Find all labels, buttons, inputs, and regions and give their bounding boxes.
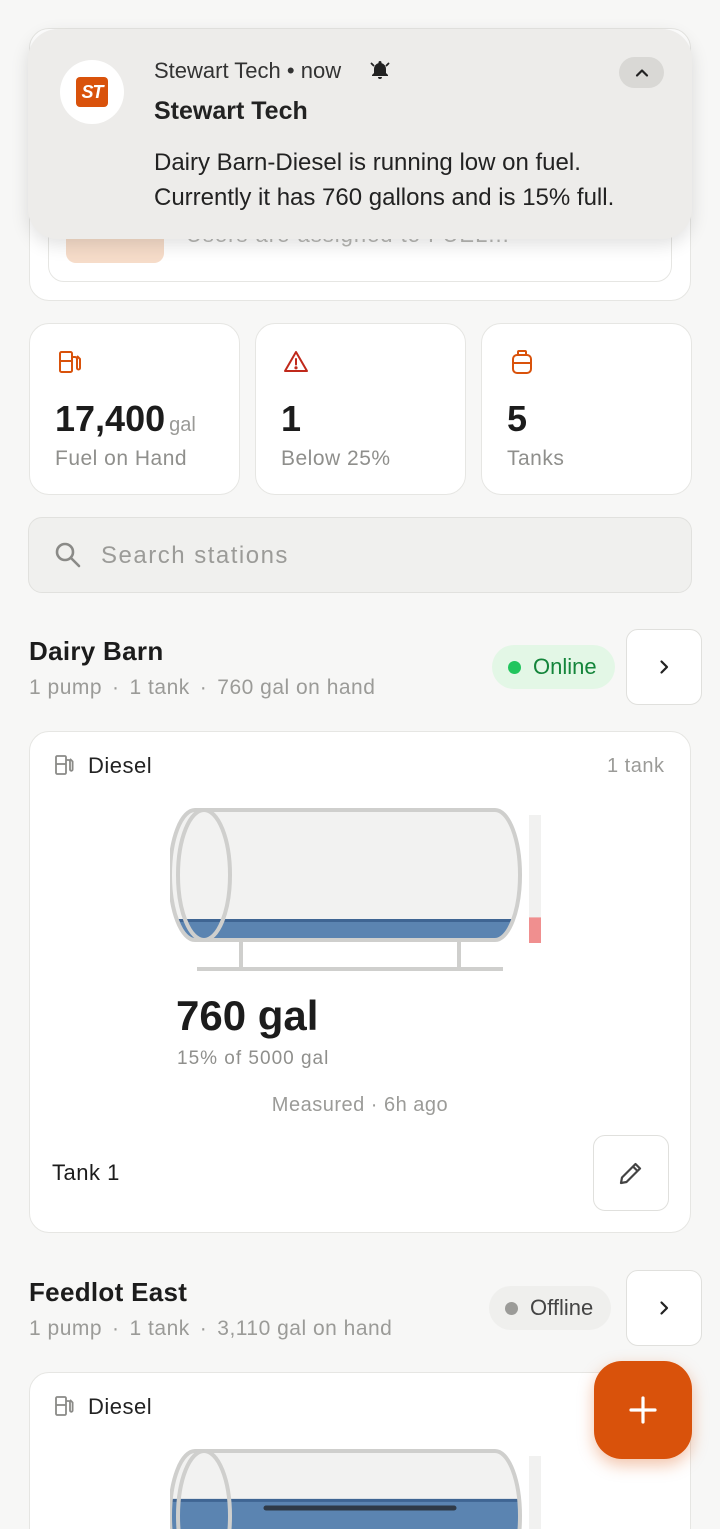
stat-card-tanks: 5 Tanks: [481, 323, 692, 495]
notification-title: Stewart Tech: [154, 97, 308, 125]
stat-card-fuel-on-hand: 17,400 gal Fuel on Hand: [29, 323, 240, 495]
add-station-button[interactable]: [594, 1361, 692, 1459]
tank-icon: [508, 348, 536, 381]
stat-value: 5: [507, 398, 528, 439]
stat-label: Fuel on Hand: [55, 447, 188, 470]
station-name: Feedlot East: [29, 1277, 188, 1307]
station-pumps: 1 pump: [29, 1317, 103, 1340]
notification-body: Dairy Barn-Diesel is running low on fuel…: [154, 149, 615, 211]
warning-icon: [282, 348, 310, 381]
open-station-button[interactable]: [626, 1270, 702, 1346]
fuel-type-label: Diesel: [88, 753, 153, 778]
stewart-tech-logo: ST: [76, 77, 108, 107]
chevron-right-icon: [660, 1301, 669, 1315]
status-text: Offline: [530, 1295, 594, 1320]
stat-value: 17,400 gal: [55, 398, 196, 440]
search-icon: [53, 540, 83, 575]
separator-dot: •: [286, 58, 301, 83]
tank-gallons: 760 gal: [176, 992, 319, 1039]
bell-ringing-icon: [368, 58, 392, 87]
fuel-pump-icon: [53, 753, 77, 782]
notification-time: now: [300, 58, 342, 83]
tank-capacity-detail: 15% of 5000 gal: [177, 1048, 330, 1069]
app-avatar: ST: [60, 60, 124, 124]
chevron-up-icon: [635, 68, 648, 77]
station-meta: 1 pump · 1 tank · 3,110 gal on hand: [29, 1317, 393, 1340]
fuel-pump-icon: [56, 348, 84, 381]
station-meta: 1 pump · 1 tank · 760 gal on hand: [29, 676, 376, 699]
station-on-hand: 760 gal on hand: [217, 676, 376, 699]
station-on-hand: 3,110 gal on hand: [217, 1317, 393, 1340]
search-input[interactable]: [101, 536, 661, 576]
search-bar[interactable]: [28, 517, 692, 593]
status-badge: Online: [492, 645, 615, 689]
fuel-type-label: Diesel: [88, 1394, 153, 1419]
tank-name: Tank 1: [52, 1160, 120, 1185]
station-tanks: 1 tank: [129, 676, 190, 699]
stat-value: 1: [281, 398, 302, 439]
status-text: Online: [533, 654, 597, 679]
plus-icon: [629, 1396, 657, 1424]
stat-label: Below 25%: [281, 447, 391, 470]
level-gauge-fill: [529, 917, 541, 943]
chevron-right-icon: [660, 660, 669, 674]
tank-level-graphic: [170, 1449, 541, 1529]
fuel-pump-icon: [53, 1394, 77, 1423]
stat-label: Tanks: [507, 447, 565, 470]
status-dot: [508, 660, 521, 674]
fuel-on-hand-unit: gal: [169, 414, 196, 436]
tank-level-graphic: [170, 808, 541, 971]
station-tanks: 1 tank: [129, 1317, 190, 1340]
status-dot: [505, 1301, 518, 1315]
open-station-button[interactable]: [626, 629, 702, 705]
tank-count: 1 tank: [607, 755, 665, 777]
collapse-notification-button[interactable]: [619, 57, 664, 88]
measured-time: Measured · 6h ago: [271, 1094, 449, 1116]
station-name: Dairy Barn: [29, 636, 164, 666]
stat-card-below-threshold: 1 Below 25%: [255, 323, 466, 495]
status-badge: Offline: [489, 1286, 612, 1330]
fuel-on-hand-value: 17,400: [55, 398, 166, 439]
tank-fill: [170, 1500, 520, 1529]
station-pumps: 1 pump: [29, 676, 103, 699]
notification-header: Stewart Tech • now: [154, 58, 341, 84]
notification-app-name: Stewart Tech: [154, 58, 281, 83]
edit-tank-button[interactable]: [593, 1135, 669, 1211]
pencil-icon: [619, 1162, 642, 1185]
